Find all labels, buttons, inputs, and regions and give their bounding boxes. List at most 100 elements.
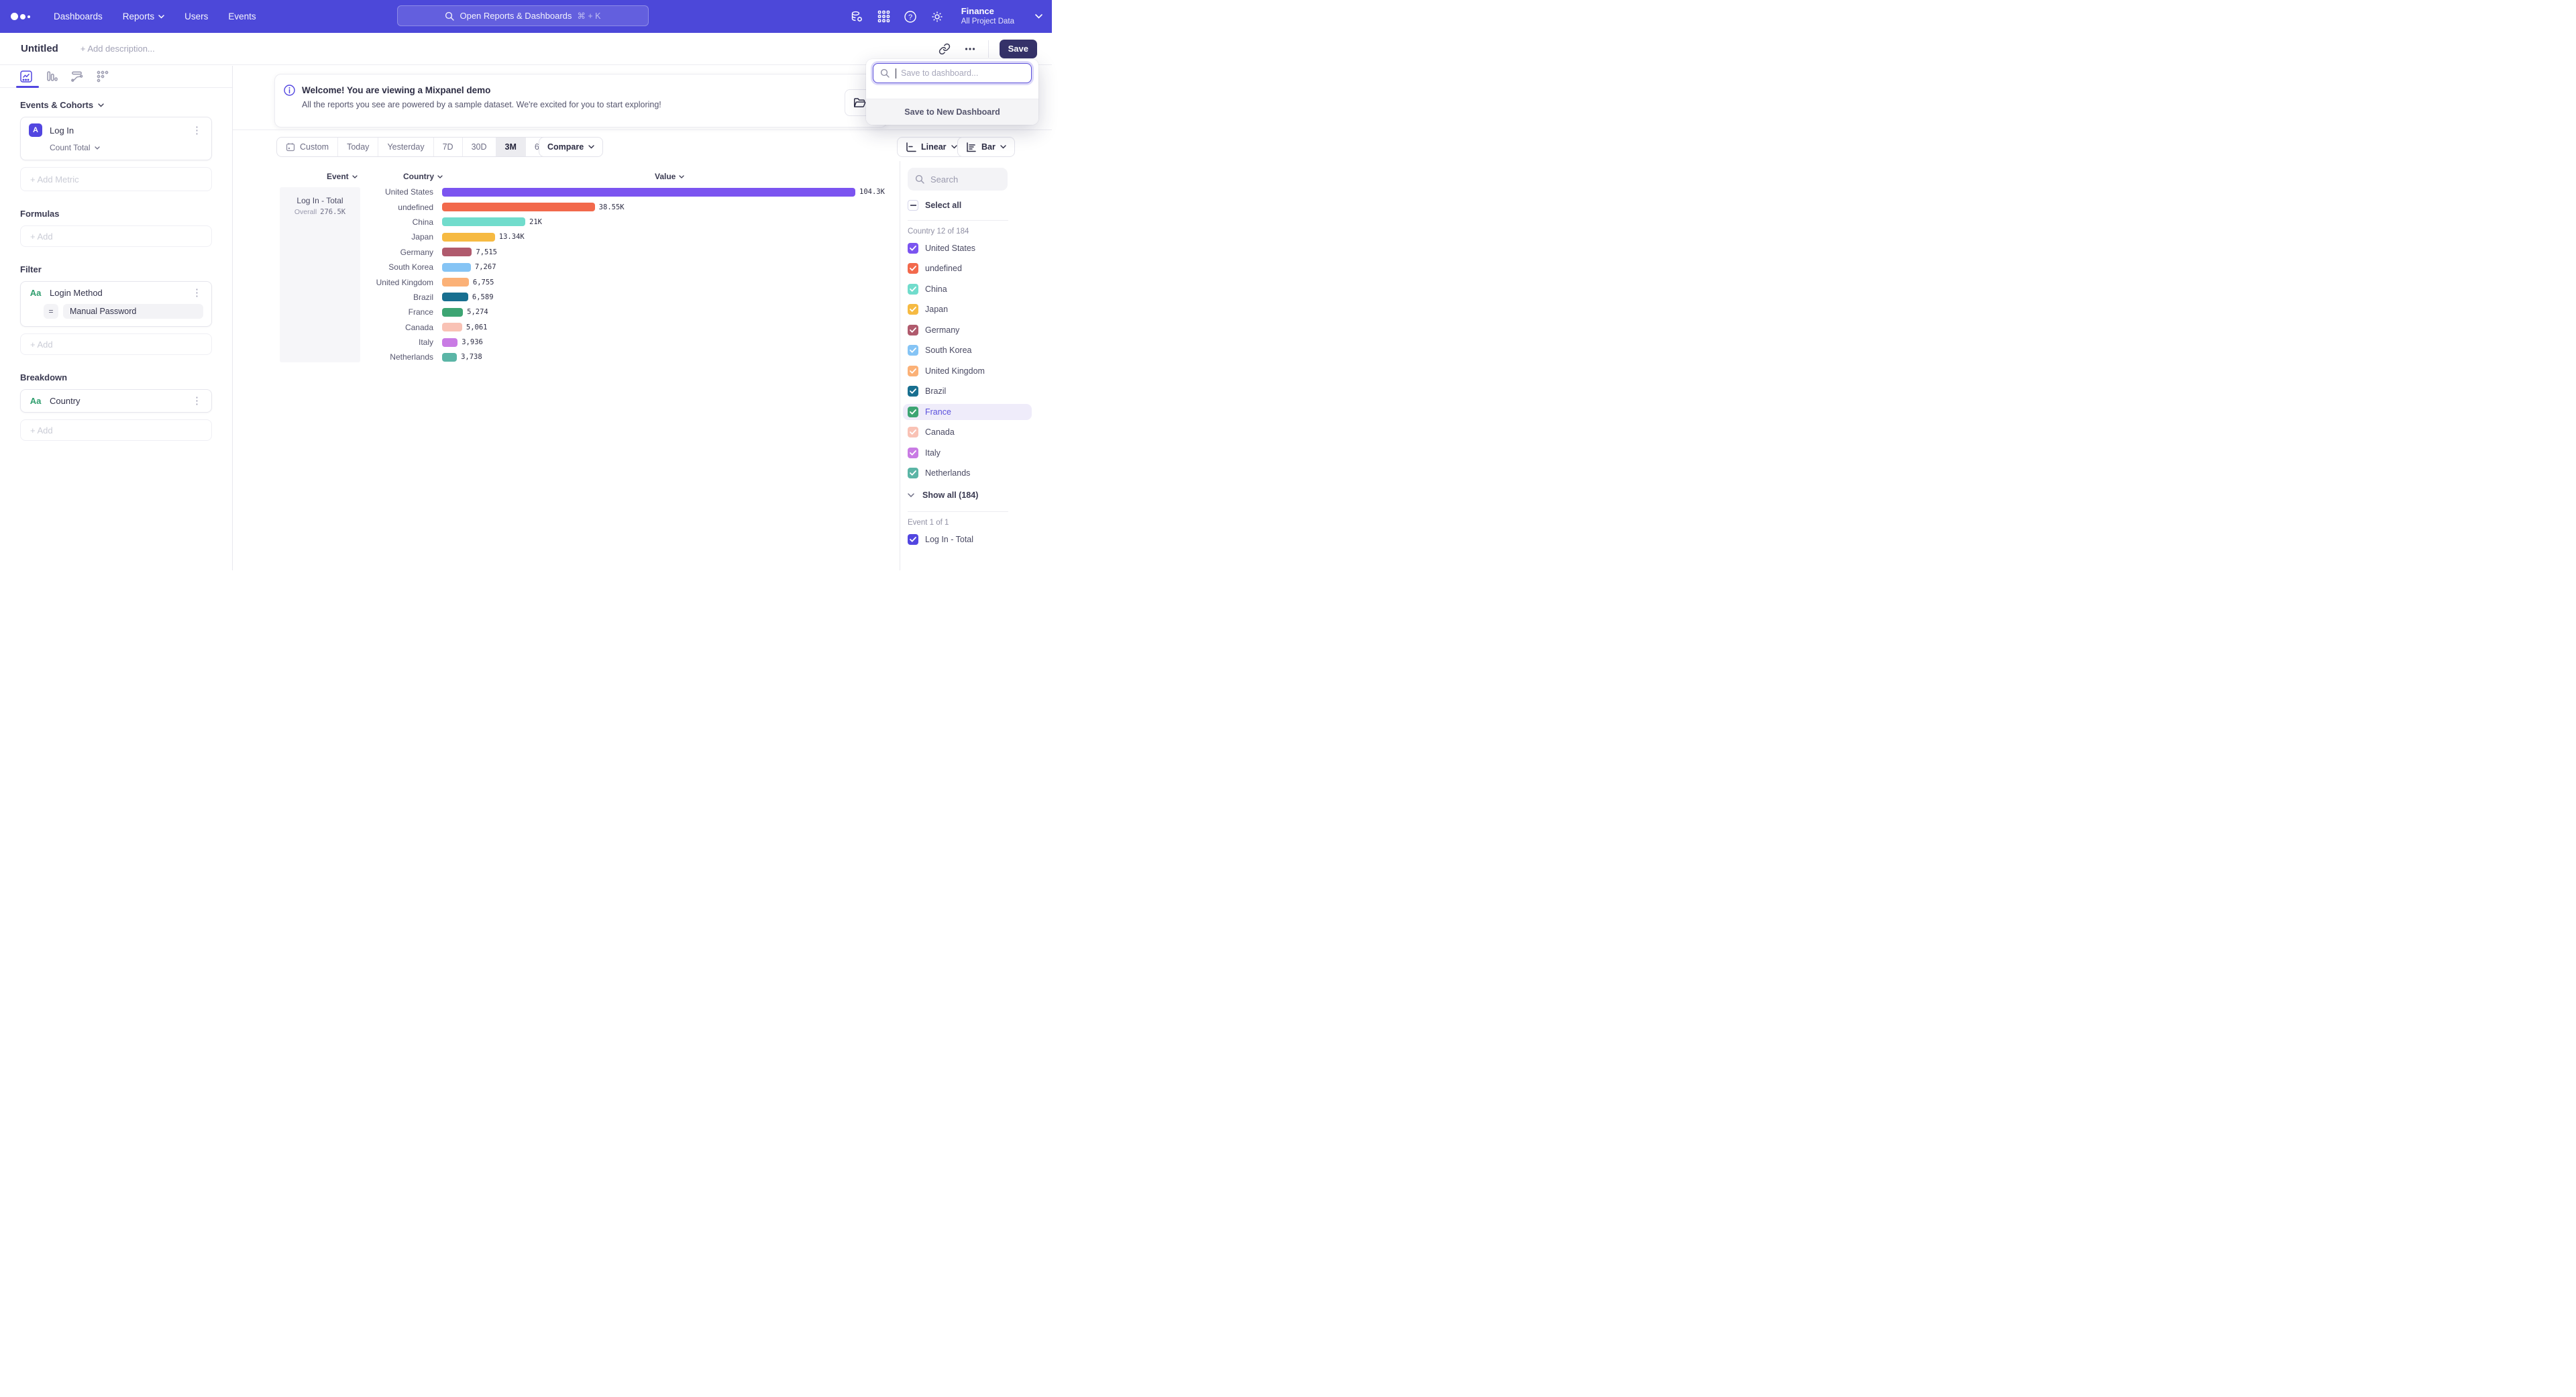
- global-search[interactable]: Open Reports & Dashboards ⌘ + K: [397, 5, 649, 26]
- breakdown-property-name[interactable]: Country: [50, 396, 191, 406]
- legend-item[interactable]: United Kingdom: [903, 363, 1032, 379]
- filter-card[interactable]: Aa Login Method ⋮ = Manual Password: [20, 281, 212, 327]
- legend-item[interactable]: Netherlands: [903, 465, 1032, 481]
- legend-checkbox[interactable]: [908, 284, 918, 295]
- project-scope: All Project Data: [961, 17, 1014, 26]
- date-range-option-yesterday[interactable]: Yesterday: [378, 138, 433, 156]
- bar[interactable]: [442, 203, 595, 211]
- date-range-option-custom[interactable]: Custom: [277, 138, 338, 156]
- legend-item[interactable]: Italy: [903, 445, 1032, 461]
- project-chevron-down-icon[interactable]: [1035, 14, 1042, 19]
- add-description[interactable]: + Add description...: [80, 44, 155, 54]
- legend-checkbox[interactable]: [908, 366, 918, 376]
- legend-item[interactable]: France: [903, 404, 1032, 420]
- bar[interactable]: [442, 188, 855, 197]
- column-header-value[interactable]: Value: [655, 172, 684, 181]
- nav-item-users[interactable]: Users: [184, 11, 208, 21]
- tab-funnels[interactable]: [44, 70, 58, 84]
- legend-checkbox[interactable]: [908, 345, 918, 356]
- legend-checkbox[interactable]: [908, 448, 918, 458]
- add-breakdown-button[interactable]: + Add: [20, 419, 212, 441]
- legend-item[interactable]: Japan: [903, 301, 1032, 317]
- bar[interactable]: [442, 248, 472, 256]
- bar[interactable]: [442, 323, 462, 331]
- nav-item-dashboards[interactable]: Dashboards: [54, 11, 103, 21]
- legend-item[interactable]: Germany: [903, 322, 1032, 338]
- legend-checkbox[interactable]: [908, 263, 918, 274]
- metric-event-name[interactable]: Log In: [50, 125, 191, 136]
- metric-kebab-icon[interactable]: ⋮: [191, 125, 203, 136]
- legend-checkbox[interactable]: [908, 407, 918, 417]
- tab-retention[interactable]: [95, 70, 109, 84]
- bar[interactable]: [442, 293, 468, 301]
- chart-type-selector-button[interactable]: Bar: [957, 137, 1015, 157]
- more-options-icon[interactable]: [963, 42, 977, 56]
- add-formula-button[interactable]: + Add: [20, 225, 212, 247]
- apps-grid-icon[interactable]: [877, 9, 891, 23]
- bar[interactable]: [442, 278, 469, 287]
- events-section-header[interactable]: Events & Cohorts: [20, 100, 212, 110]
- save-to-new-dashboard-button[interactable]: Save to New Dashboard: [866, 99, 1038, 125]
- breakdown-kebab-icon[interactable]: ⋮: [191, 396, 203, 406]
- date-range-option-30d[interactable]: 30D: [463, 138, 496, 156]
- legend-checkbox[interactable]: [908, 534, 918, 545]
- metric-aggregation[interactable]: Count Total: [50, 143, 203, 152]
- save-button[interactable]: Save: [1000, 40, 1037, 58]
- save-dashboard-search-input[interactable]: Save to dashboard...: [873, 63, 1032, 83]
- legend-checkbox[interactable]: [908, 304, 918, 315]
- report-type-tabs: [0, 66, 232, 88]
- check-icon: [910, 368, 916, 374]
- filter-value[interactable]: Manual Password: [63, 304, 203, 319]
- bar[interactable]: [442, 263, 471, 272]
- column-header-country[interactable]: Country: [403, 172, 443, 181]
- data-management-icon[interactable]: [850, 9, 864, 23]
- select-all-checkbox[interactable]: [908, 200, 918, 211]
- legend-search-input[interactable]: Search: [908, 168, 1008, 191]
- check-icon: [910, 287, 916, 292]
- legend-item[interactable]: undefined: [903, 260, 1032, 276]
- project-switcher[interactable]: Finance All Project Data: [961, 6, 1014, 27]
- bar[interactable]: [442, 217, 525, 226]
- tab-flows[interactable]: [70, 70, 84, 84]
- settings-gear-icon[interactable]: [930, 9, 945, 23]
- bar[interactable]: [442, 308, 463, 317]
- legend-checkbox[interactable]: [908, 427, 918, 437]
- filter-operator[interactable]: =: [44, 304, 58, 319]
- report-title[interactable]: Untitled: [21, 43, 58, 54]
- help-icon[interactable]: ?: [904, 9, 918, 23]
- scale-selector-button[interactable]: Linear: [897, 137, 966, 157]
- legend-item[interactable]: Brazil: [903, 383, 1032, 399]
- legend-item[interactable]: United States: [903, 240, 1032, 256]
- date-range-option-today[interactable]: Today: [338, 138, 378, 156]
- show-all-button[interactable]: Show all (184): [908, 490, 1052, 500]
- filter-property-name[interactable]: Login Method: [50, 288, 191, 298]
- legend-item-label: Germany: [925, 325, 959, 335]
- breakdown-card[interactable]: Aa Country ⋮: [20, 389, 212, 413]
- add-filter-button[interactable]: + Add: [20, 333, 212, 355]
- date-range-option-3m[interactable]: 3M: [496, 138, 526, 156]
- filter-kebab-icon[interactable]: ⋮: [191, 288, 203, 298]
- legend-item[interactable]: Canada: [903, 424, 1032, 440]
- tab-insights[interactable]: [19, 70, 33, 84]
- nav-item-reports[interactable]: Reports: [123, 11, 164, 21]
- legend-checkbox[interactable]: [908, 243, 918, 254]
- legend-item[interactable]: Log In - Total: [903, 531, 1032, 548]
- nav-item-events[interactable]: Events: [228, 11, 256, 21]
- add-metric-button[interactable]: + Add Metric: [20, 167, 212, 191]
- bar[interactable]: [442, 338, 458, 347]
- date-range-option-7d[interactable]: 7D: [434, 138, 463, 156]
- column-header-event[interactable]: Event: [327, 172, 358, 181]
- metric-card[interactable]: A Log In ⋮ Count Total: [20, 117, 212, 160]
- bar-category-label: United States: [233, 187, 442, 197]
- legend-checkbox[interactable]: [908, 386, 918, 397]
- legend-item[interactable]: China: [903, 281, 1032, 297]
- legend-checkbox[interactable]: [908, 468, 918, 478]
- legend-checkbox[interactable]: [908, 325, 918, 335]
- copy-link-icon[interactable]: [937, 42, 952, 56]
- bar[interactable]: [442, 233, 495, 242]
- select-all-row[interactable]: Select all: [908, 200, 1052, 211]
- compare-button[interactable]: Compare: [539, 137, 603, 157]
- bar[interactable]: [442, 353, 457, 362]
- mixpanel-logo[interactable]: [11, 13, 38, 20]
- legend-item[interactable]: South Korea: [903, 342, 1032, 358]
